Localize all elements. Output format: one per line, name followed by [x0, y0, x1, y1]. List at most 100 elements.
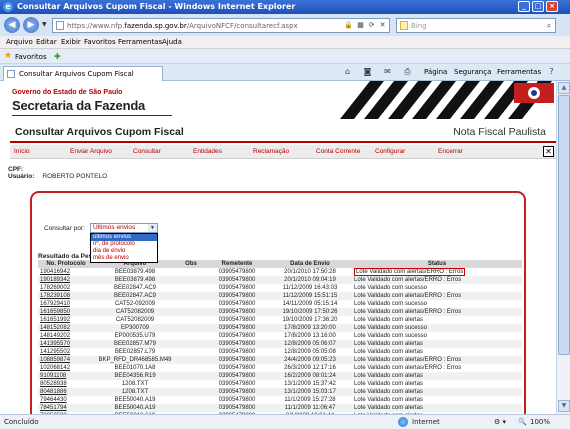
option-dia-envio[interactable]: dia de envio: [91, 248, 157, 255]
obs-cell: [176, 356, 206, 364]
protocolo-link[interactable]: 80481886: [38, 388, 94, 396]
chevron-down-icon[interactable]: ▼: [148, 224, 157, 232]
col-obs[interactable]: Obs: [176, 260, 206, 268]
nav-encerrar[interactable]: Encerrar: [438, 148, 463, 155]
close-window-button[interactable]: ×: [546, 1, 558, 12]
status-highlight: Lote Validado com alertas/ERRO : Erros: [354, 268, 466, 276]
protocolo-link[interactable]: 167929410: [38, 300, 94, 308]
consultar-por-select[interactable]: Últimos envios ▼: [90, 223, 158, 233]
tab-label: Consultar Arquivos Cupom Fiscal: [19, 70, 134, 78]
protocolo-link[interactable]: 108859874: [38, 356, 94, 364]
col-remetente[interactable]: Remetente: [206, 260, 268, 268]
col-protocolo[interactable]: No. Protocolo: [38, 260, 94, 268]
minimize-button[interactable]: _: [518, 1, 530, 12]
nav-configurar[interactable]: Configurar: [375, 148, 405, 155]
tools-menu[interactable]: Ferramentas: [497, 68, 541, 76]
data-envio-cell: 12/8/2009 05:06:07: [268, 340, 352, 348]
protected-mode-icon[interactable]: ⚙ ▾: [494, 418, 506, 426]
data-envio-cell: 14/11/2009 05:15:14: [282, 301, 338, 307]
table-row: 102068142 BEE01070.1A8 03905479800 26/3/200…: [38, 364, 522, 372]
table-row: 78451794 BEE50040.A19 03905479800 11/1/2009…: [38, 404, 522, 412]
table-row: 190189342 BEE03879.498 03905479800 20/1/201…: [38, 276, 522, 284]
internet-explorer-icon: e: [3, 2, 13, 12]
print-icon[interactable]: ⎙: [402, 67, 413, 77]
menu-exibir[interactable]: Exibir: [61, 38, 81, 46]
protocolo-link[interactable]: 178269002: [38, 284, 94, 292]
protocolo-link[interactable]: 190416942: [38, 268, 94, 276]
close-icon[interactable]: ✕: [543, 146, 554, 157]
option-numero-protocolo[interactable]: nº. de protocolo: [91, 241, 157, 248]
scroll-up-icon[interactable]: ▲: [558, 82, 570, 94]
scrollbar-thumb[interactable]: [558, 95, 570, 355]
forward-button[interactable]: ▶: [23, 17, 39, 33]
feeds-icon[interactable]: ◙: [362, 67, 373, 77]
title-divider: [10, 141, 556, 143]
obs-cell: [176, 308, 206, 316]
url-field[interactable]: https://www.nfp.fazenda.sp.gov.br/Arquiv…: [52, 18, 390, 33]
zoom-level[interactable]: 100%: [530, 418, 550, 426]
globe-icon: [398, 417, 408, 427]
status-cell: Lote Validado com alertas: [352, 388, 522, 396]
data-envio-cell: 13/1/2009 15:37:42: [284, 381, 336, 387]
col-data-envio[interactable]: Data de Envio: [268, 260, 352, 268]
home-icon[interactable]: ⌂: [342, 67, 353, 77]
status-cell: Lote Validado com alertas/ERRO : Erros: [352, 292, 522, 300]
option-mes-envio[interactable]: mês de envio: [91, 255, 157, 262]
protocolo-link[interactable]: 102068142: [38, 364, 94, 372]
favorites-star-icon[interactable]: ★: [4, 51, 12, 61]
protocolo-link[interactable]: 80528938: [38, 380, 94, 388]
protocolo-link[interactable]: 141295502: [38, 348, 94, 356]
scroll-down-icon[interactable]: ▼: [558, 400, 570, 412]
search-icon[interactable]: ⌕: [543, 20, 555, 31]
page-title: Consultar Arquivos Cupom Fiscal: [15, 126, 184, 138]
stop-icon[interactable]: ✕: [377, 20, 388, 31]
protocolo-link[interactable]: 148152082: [38, 324, 94, 332]
table-row: 161651992 CAT52082009 03905479800 19/10/200…: [38, 316, 522, 324]
menu-favoritos[interactable]: Favoritos: [84, 38, 116, 46]
protocolo-link[interactable]: 178239108: [38, 292, 94, 300]
nav-conta-corrente[interactable]: Conta Corrente: [316, 148, 360, 155]
lock-icon[interactable]: 🔒: [343, 20, 354, 31]
menu-editar[interactable]: Editar: [36, 38, 57, 46]
protocolo-link[interactable]: 190189342: [38, 276, 94, 284]
obs-cell: [176, 404, 206, 412]
favorites-button[interactable]: Favoritos: [15, 53, 47, 61]
protocolo-link[interactable]: 91091108: [38, 372, 94, 380]
status-cell: Lote Validado com alertas: [352, 372, 522, 380]
protocolo-link[interactable]: 161651992: [38, 316, 94, 324]
refresh-icon[interactable]: ⟳: [366, 20, 377, 31]
security-menu[interactable]: Segurança: [454, 68, 491, 76]
protocolo-link[interactable]: 78451794: [38, 404, 94, 412]
nav-reclamacao[interactable]: Reclamação: [253, 148, 289, 155]
obs-cell: [176, 324, 206, 332]
table-row: 190416942 BEE03879.498 03905479800 20/1/201…: [38, 268, 522, 276]
option-ultimos-envios[interactable]: últimos envios: [91, 234, 157, 241]
menu-arquivo[interactable]: Arquivo: [6, 38, 33, 46]
nav-entidades[interactable]: Entidades: [193, 148, 222, 155]
mail-icon[interactable]: ✉: [382, 67, 393, 77]
nav-enviar-arquivo[interactable]: Enviar Arquivo: [70, 148, 112, 155]
protocolo-link[interactable]: 79464430: [38, 396, 94, 404]
history-dropdown-icon[interactable]: ▼: [42, 20, 50, 30]
vertical-scrollbar[interactable]: ▲ ▼: [556, 81, 570, 414]
nav-inicio[interactable]: Início: [14, 148, 30, 155]
zoom-icon[interactable]: 🔍: [518, 418, 527, 426]
protocolo-link[interactable]: 141395570: [38, 340, 94, 348]
arquivo-cell: BEE02857.M79: [94, 340, 176, 348]
protocolo-link[interactable]: 148149202: [38, 332, 94, 340]
nav-consultar[interactable]: Consultar: [133, 148, 161, 155]
menu-ajuda[interactable]: Ajuda: [162, 38, 182, 46]
obs-cell: [176, 300, 206, 308]
add-favorite-icon[interactable]: ✚: [54, 51, 65, 62]
back-button[interactable]: ◀: [4, 17, 20, 33]
protocolo-link[interactable]: 161659850: [38, 308, 94, 316]
help-icon[interactable]: ?: [546, 67, 557, 77]
maximize-button[interactable]: □: [532, 1, 544, 12]
search-field[interactable]: Bing ⌕: [396, 18, 556, 33]
menu-ferramentas[interactable]: Ferramentas: [118, 38, 162, 46]
tab-consultar-arquivos[interactable]: Consultar Arquivos Cupom Fiscal: [3, 66, 163, 81]
compatibility-icon[interactable]: ▦: [355, 20, 366, 31]
col-status[interactable]: Status: [352, 260, 522, 268]
data-envio-cell: 19/10/2009 17:36:20: [282, 317, 338, 323]
page-menu[interactable]: Página: [424, 68, 447, 76]
